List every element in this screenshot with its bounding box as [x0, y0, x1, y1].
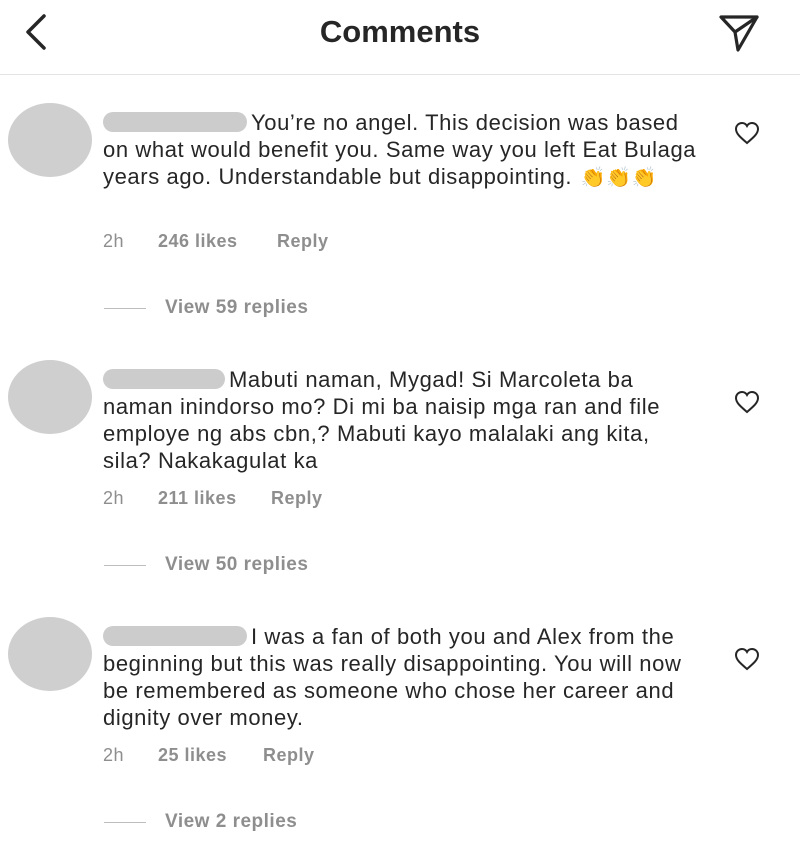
- avatar[interactable]: [8, 617, 92, 691]
- avatar[interactable]: [8, 360, 92, 434]
- likes-count[interactable]: 211 likes: [158, 488, 237, 509]
- paper-plane-icon: [719, 15, 759, 52]
- avatar[interactable]: [8, 103, 92, 177]
- view-replies-label: View 2 replies: [165, 811, 298, 832]
- share-button[interactable]: [718, 12, 760, 54]
- like-button[interactable]: [734, 121, 760, 145]
- comment-body: You’re no angel. This decision was based…: [103, 109, 703, 190]
- heart-icon: [734, 390, 760, 414]
- reply-button[interactable]: Reply: [263, 745, 315, 766]
- like-button[interactable]: [734, 647, 760, 671]
- divider-line: [104, 308, 146, 309]
- comment-body: I was a fan of both you and Alex from th…: [103, 623, 703, 731]
- username-redacted[interactable]: [103, 626, 247, 646]
- comment-time: 2h: [103, 231, 125, 251]
- comment-time: 2h: [103, 745, 125, 765]
- divider-line: [104, 565, 146, 566]
- comment-time: 2h: [103, 488, 125, 508]
- username-redacted[interactable]: [103, 369, 225, 389]
- view-replies-label: View 59 replies: [165, 297, 309, 318]
- likes-count[interactable]: 246 likes: [158, 231, 238, 252]
- comment-item: Mabuti naman, Mygad! Si Marcoleta ba nam…: [0, 332, 800, 589]
- page-title: Comments: [319, 14, 481, 49]
- heart-icon: [734, 121, 760, 145]
- like-button[interactable]: [734, 390, 760, 414]
- comment-item: I was a fan of both you and Alex from th…: [0, 589, 800, 846]
- username-redacted[interactable]: [103, 112, 247, 132]
- heart-icon: [734, 647, 760, 671]
- reply-button[interactable]: Reply: [271, 488, 323, 509]
- likes-count[interactable]: 25 likes: [158, 745, 227, 766]
- comment-body: Mabuti naman, Mygad! Si Marcoleta ba nam…: [103, 366, 703, 474]
- header: Comments: [0, 0, 800, 75]
- reply-button[interactable]: Reply: [277, 231, 329, 252]
- view-replies-label: View 50 replies: [165, 554, 309, 575]
- divider-line: [104, 822, 146, 823]
- comment-emoji: 👏👏👏: [580, 167, 658, 189]
- comment-item: You’re no angel. This decision was based…: [0, 75, 800, 332]
